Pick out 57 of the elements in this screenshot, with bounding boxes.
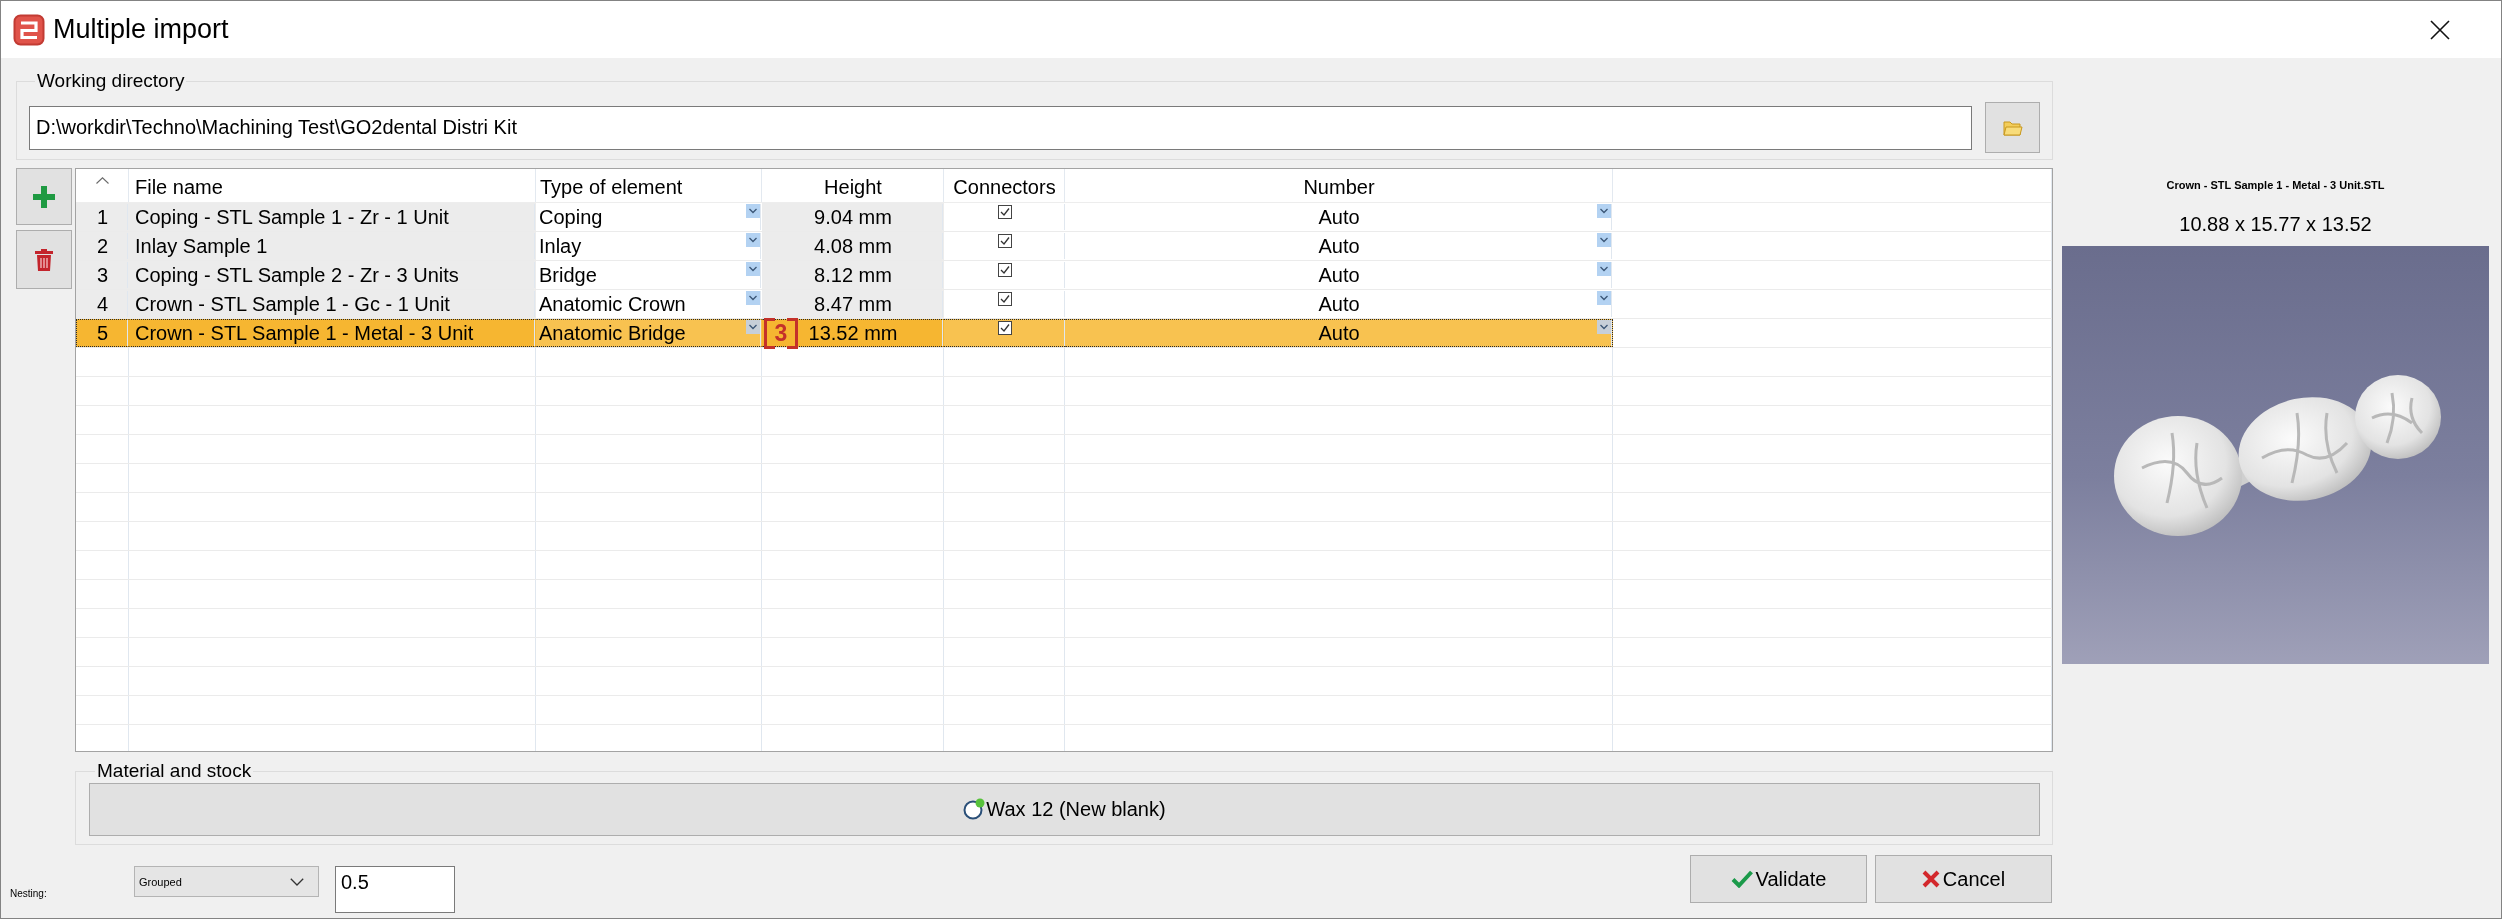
table-row[interactable]: 1 Coping - STL Sample 1 - Zr - 1 Unit Coping 9.04 mm Auto (76, 203, 2052, 232)
height-cell: 9.04 mm (762, 203, 944, 231)
table-row[interactable]: 4 Crown - STL Sample 1 - Gc - 1 Unit Anatomic Crown 8.47 mm Auto (76, 290, 2052, 319)
row-number-cell: 1 (76, 203, 129, 231)
column-header[interactable]: File name (135, 176, 223, 199)
height-cell: 8.47 mm (762, 290, 944, 318)
height-cell: 8.12 mm (762, 261, 944, 289)
preview-dimensions: 10.88 x 15.77 x 13.52 (2179, 212, 2372, 236)
value-input[interactable]: 0.5 (335, 866, 455, 913)
app-logo-icon (13, 13, 45, 46)
delete-button[interactable] (16, 230, 72, 289)
row-number-cell: 5 (76, 319, 129, 347)
row-number-cell: 3 (76, 261, 129, 289)
connectors-checkbox[interactable] (997, 205, 1012, 219)
preview-file-name: Crown - STL Sample 1 - Metal - 3 Unit.STL (2166, 178, 2385, 192)
plus-icon (33, 185, 55, 208)
row-number-cell: 4 (76, 290, 129, 318)
height-cell: 4.08 mm (762, 232, 944, 260)
element-type-dropdown[interactable]: Anatomic Bridge (536, 319, 762, 347)
table-row[interactable]: 3 Coping - STL Sample 2 - Zr - 3 Units Bridge 8.12 mm Auto (76, 261, 2052, 290)
column-header[interactable]: Height (824, 176, 882, 199)
nesting-label: Nesting: (10, 888, 48, 899)
table-row[interactable]: 2 Inlay Sample 1 Inlay 4.08 mm Auto (76, 232, 2052, 261)
column-header[interactable]: Connectors (953, 176, 1056, 199)
file-name-cell: Inlay Sample 1 (129, 232, 536, 260)
file-name-cell: Coping - STL Sample 2 - Zr - 3 Units (129, 261, 536, 289)
sort-caret-icon (96, 177, 109, 184)
stock-button[interactable]: Wax 12 (New blank) (89, 782, 2040, 836)
validate-button[interactable]: Validate (1690, 855, 1867, 903)
file-name-cell: Crown - STL Sample 1 - Gc - 1 Unit (129, 290, 536, 318)
file-name-cell: Crown - STL Sample 1 - Metal - 3 Unit (129, 319, 536, 347)
add-button[interactable] (16, 168, 72, 225)
trash-icon (35, 248, 53, 271)
connectors-checkbox[interactable] (997, 263, 1012, 277)
folder-icon (2002, 119, 2023, 136)
column-header[interactable]: Number (1303, 176, 1375, 199)
cancel-button[interactable]: Cancel (1875, 855, 2052, 903)
group-label: Working directory (36, 70, 186, 92)
window-title: Multiple import (53, 14, 230, 45)
group-label: Material and stock (96, 760, 253, 782)
directory-input[interactable]: D:\workdir\Techno\Machining Test\GO2dental Distri Kit (29, 105, 1972, 150)
file-name-cell: Coping - STL Sample 1 - Zr - 1 Unit (129, 203, 536, 231)
ring-icon (963, 798, 986, 820)
number-dropdown[interactable]: Auto (1065, 319, 1613, 347)
connectors-checkbox[interactable] (997, 234, 1012, 248)
check-icon (1730, 870, 1753, 888)
nesting-dropdown[interactable]: Grouped (134, 866, 319, 897)
row-number-cell: 2 (76, 232, 129, 260)
connectors-checkbox[interactable] (997, 321, 1012, 335)
table-row[interactable]: 5 Crown - STL Sample 1 - Metal - 3 Unit Anatomic Bridge 3 13.52 mm Auto (76, 319, 2052, 348)
chevron-down-icon (290, 877, 304, 886)
column-header[interactable]: Type of element (540, 176, 683, 199)
close-icon (1921, 870, 1940, 888)
callout-marker: 3 (764, 318, 798, 349)
close-icon[interactable] (2430, 19, 2450, 40)
element-type-dropdown[interactable]: Anatomic Crown (536, 290, 762, 318)
connectors-checkbox[interactable] (997, 292, 1012, 306)
